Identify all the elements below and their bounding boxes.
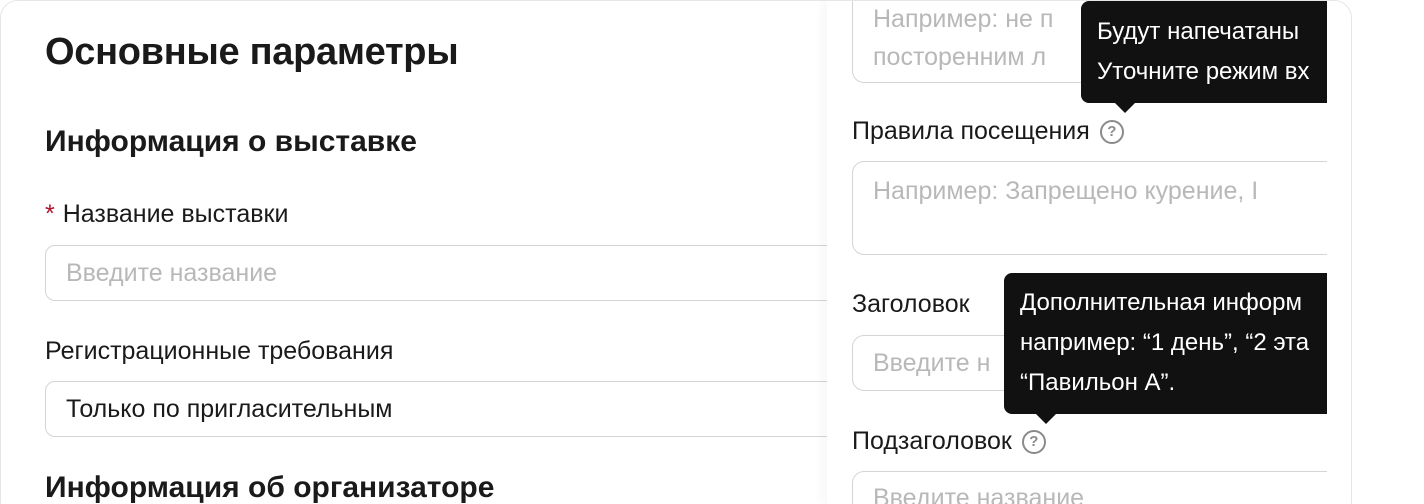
subheading-label-text: Подзаголовок <box>852 427 1012 455</box>
exhibition-name-label-text: Название выставки <box>62 200 289 228</box>
rules-label-text: Правила посещения <box>852 117 1090 145</box>
tooltip-arrow <box>1113 101 1137 113</box>
subheading-label: Подзаголовок ? <box>852 427 1046 456</box>
help-icon[interactable]: ? <box>1021 429 1046 454</box>
rules-placeholder: Например: Запрещено курение, I <box>873 177 1259 205</box>
tooltip-additional-line-3: “Павильон А”. <box>1020 369 1176 396</box>
tooltip-print-info: Будут напечатаны Уточните режим вх <box>1081 1 1327 113</box>
rules-textarea[interactable]: Например: Запрещено курение, I <box>852 161 1327 255</box>
page-title: Основные параметры <box>45 31 459 73</box>
required-mark: * <box>45 200 55 228</box>
exhibition-name-input[interactable]: Введите название <box>45 245 827 301</box>
tooltip-arrow <box>1034 412 1058 424</box>
heading-placeholder: Введите н <box>873 348 991 377</box>
help-icon[interactable]: ? <box>1099 119 1124 144</box>
heading-label: Заголовок <box>852 290 970 318</box>
registration-label: Регистрационные требования <box>45 337 394 365</box>
side-panel: Например: не п посторенним л Правила пос… <box>827 1 1327 504</box>
section-title-organizer: Информация об организаторе <box>45 471 495 504</box>
tooltip-additional-line-1: Дополнительная информ <box>1020 289 1302 316</box>
registration-select[interactable]: Только по пригласительным <box>45 381 827 437</box>
tooltip-print-line-1: Будут напечатаны <box>1097 18 1300 45</box>
subheading-placeholder: Введите название <box>873 484 1085 504</box>
rules-label: Правила посещения ? <box>852 117 1124 146</box>
subheading-input[interactable]: Введите название <box>852 471 1327 504</box>
tooltip-additional-info: Дополнительная информ например: “1 день”… <box>1004 273 1327 424</box>
main-params-column: Основные параметры Информация о выставке… <box>1 1 827 504</box>
tooltip-print-line-2: Уточните режим вх <box>1097 58 1310 85</box>
form-card: Основные параметры Информация о выставке… <box>0 0 1352 504</box>
exhibition-name-label: * Название выставки <box>45 200 288 229</box>
tooltip-additional-line-2: например: “1 день”, “2 эта <box>1020 329 1310 356</box>
section-title-exhibition: Информация о выставке <box>45 125 417 158</box>
